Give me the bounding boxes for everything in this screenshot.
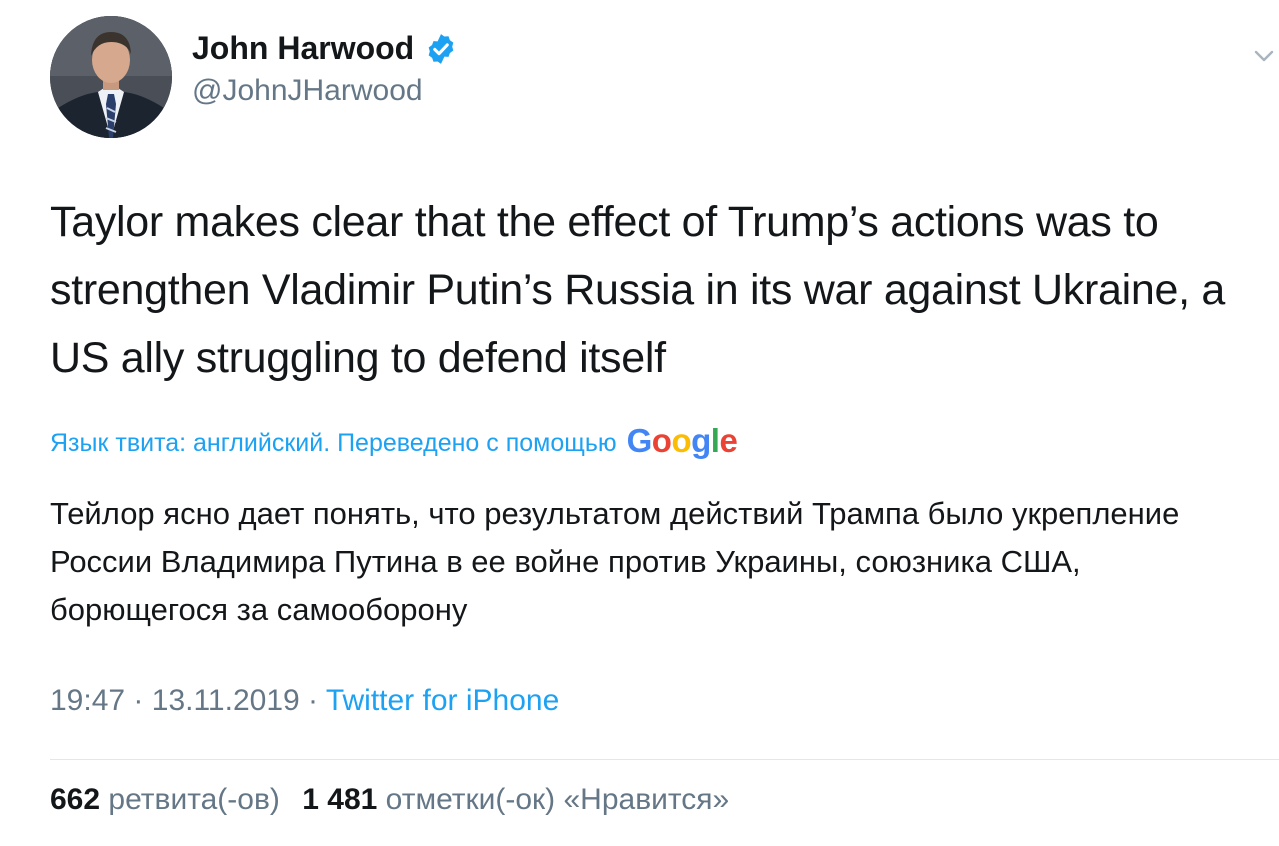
meta-separator: · xyxy=(133,684,144,717)
google-logo: Google xyxy=(626,422,738,459)
retweets-label: ретвита(-ов) xyxy=(108,783,280,816)
author-name-text: John Harwood xyxy=(192,30,415,66)
chevron-down-icon[interactable] xyxy=(1250,42,1278,70)
tweet-time: 19:47 xyxy=(50,684,126,717)
meta-separator: · xyxy=(308,684,319,717)
translation-label-text: Язык твита: английский. Переведено с пом… xyxy=(50,428,617,457)
tweet-stats: 662 ретвита(-ов) 1 481 отметки(-ок) «Нра… xyxy=(50,783,729,817)
translation-label[interactable]: Язык твита: английский. Переведено с пом… xyxy=(50,422,738,462)
likes-stat[interactable]: 1 481 отметки(-ок) «Нравится» xyxy=(302,783,729,816)
author-handle[interactable]: @JohnJHarwood xyxy=(192,74,423,108)
avatar-image xyxy=(50,16,172,138)
tweet-text: Taylor makes clear that the effect of Tr… xyxy=(50,198,1225,382)
translated-text: Тейлор ясно дает понять, что результатом… xyxy=(50,496,1180,627)
divider xyxy=(50,759,1279,760)
retweets-stat[interactable]: 662 ретвита(-ов) xyxy=(50,783,280,816)
likes-label: отметки(-ок) «Нравится» xyxy=(385,783,730,816)
tweet-source-link[interactable]: Twitter for iPhone xyxy=(326,684,559,717)
tweet-date: 13.11.2019 xyxy=(151,684,300,717)
author-name[interactable]: John Harwood xyxy=(192,30,458,67)
tweet-detail: John Harwood @JohnJHarwood Taylor makes … xyxy=(0,0,1279,846)
retweets-count: 662 xyxy=(50,783,101,816)
likes-count: 1 481 xyxy=(302,783,378,816)
tweet-meta: 19:47 · 13.11.2019 · Twitter for iPhone xyxy=(50,684,559,718)
avatar[interactable] xyxy=(50,16,172,138)
verified-badge-icon xyxy=(428,33,454,64)
